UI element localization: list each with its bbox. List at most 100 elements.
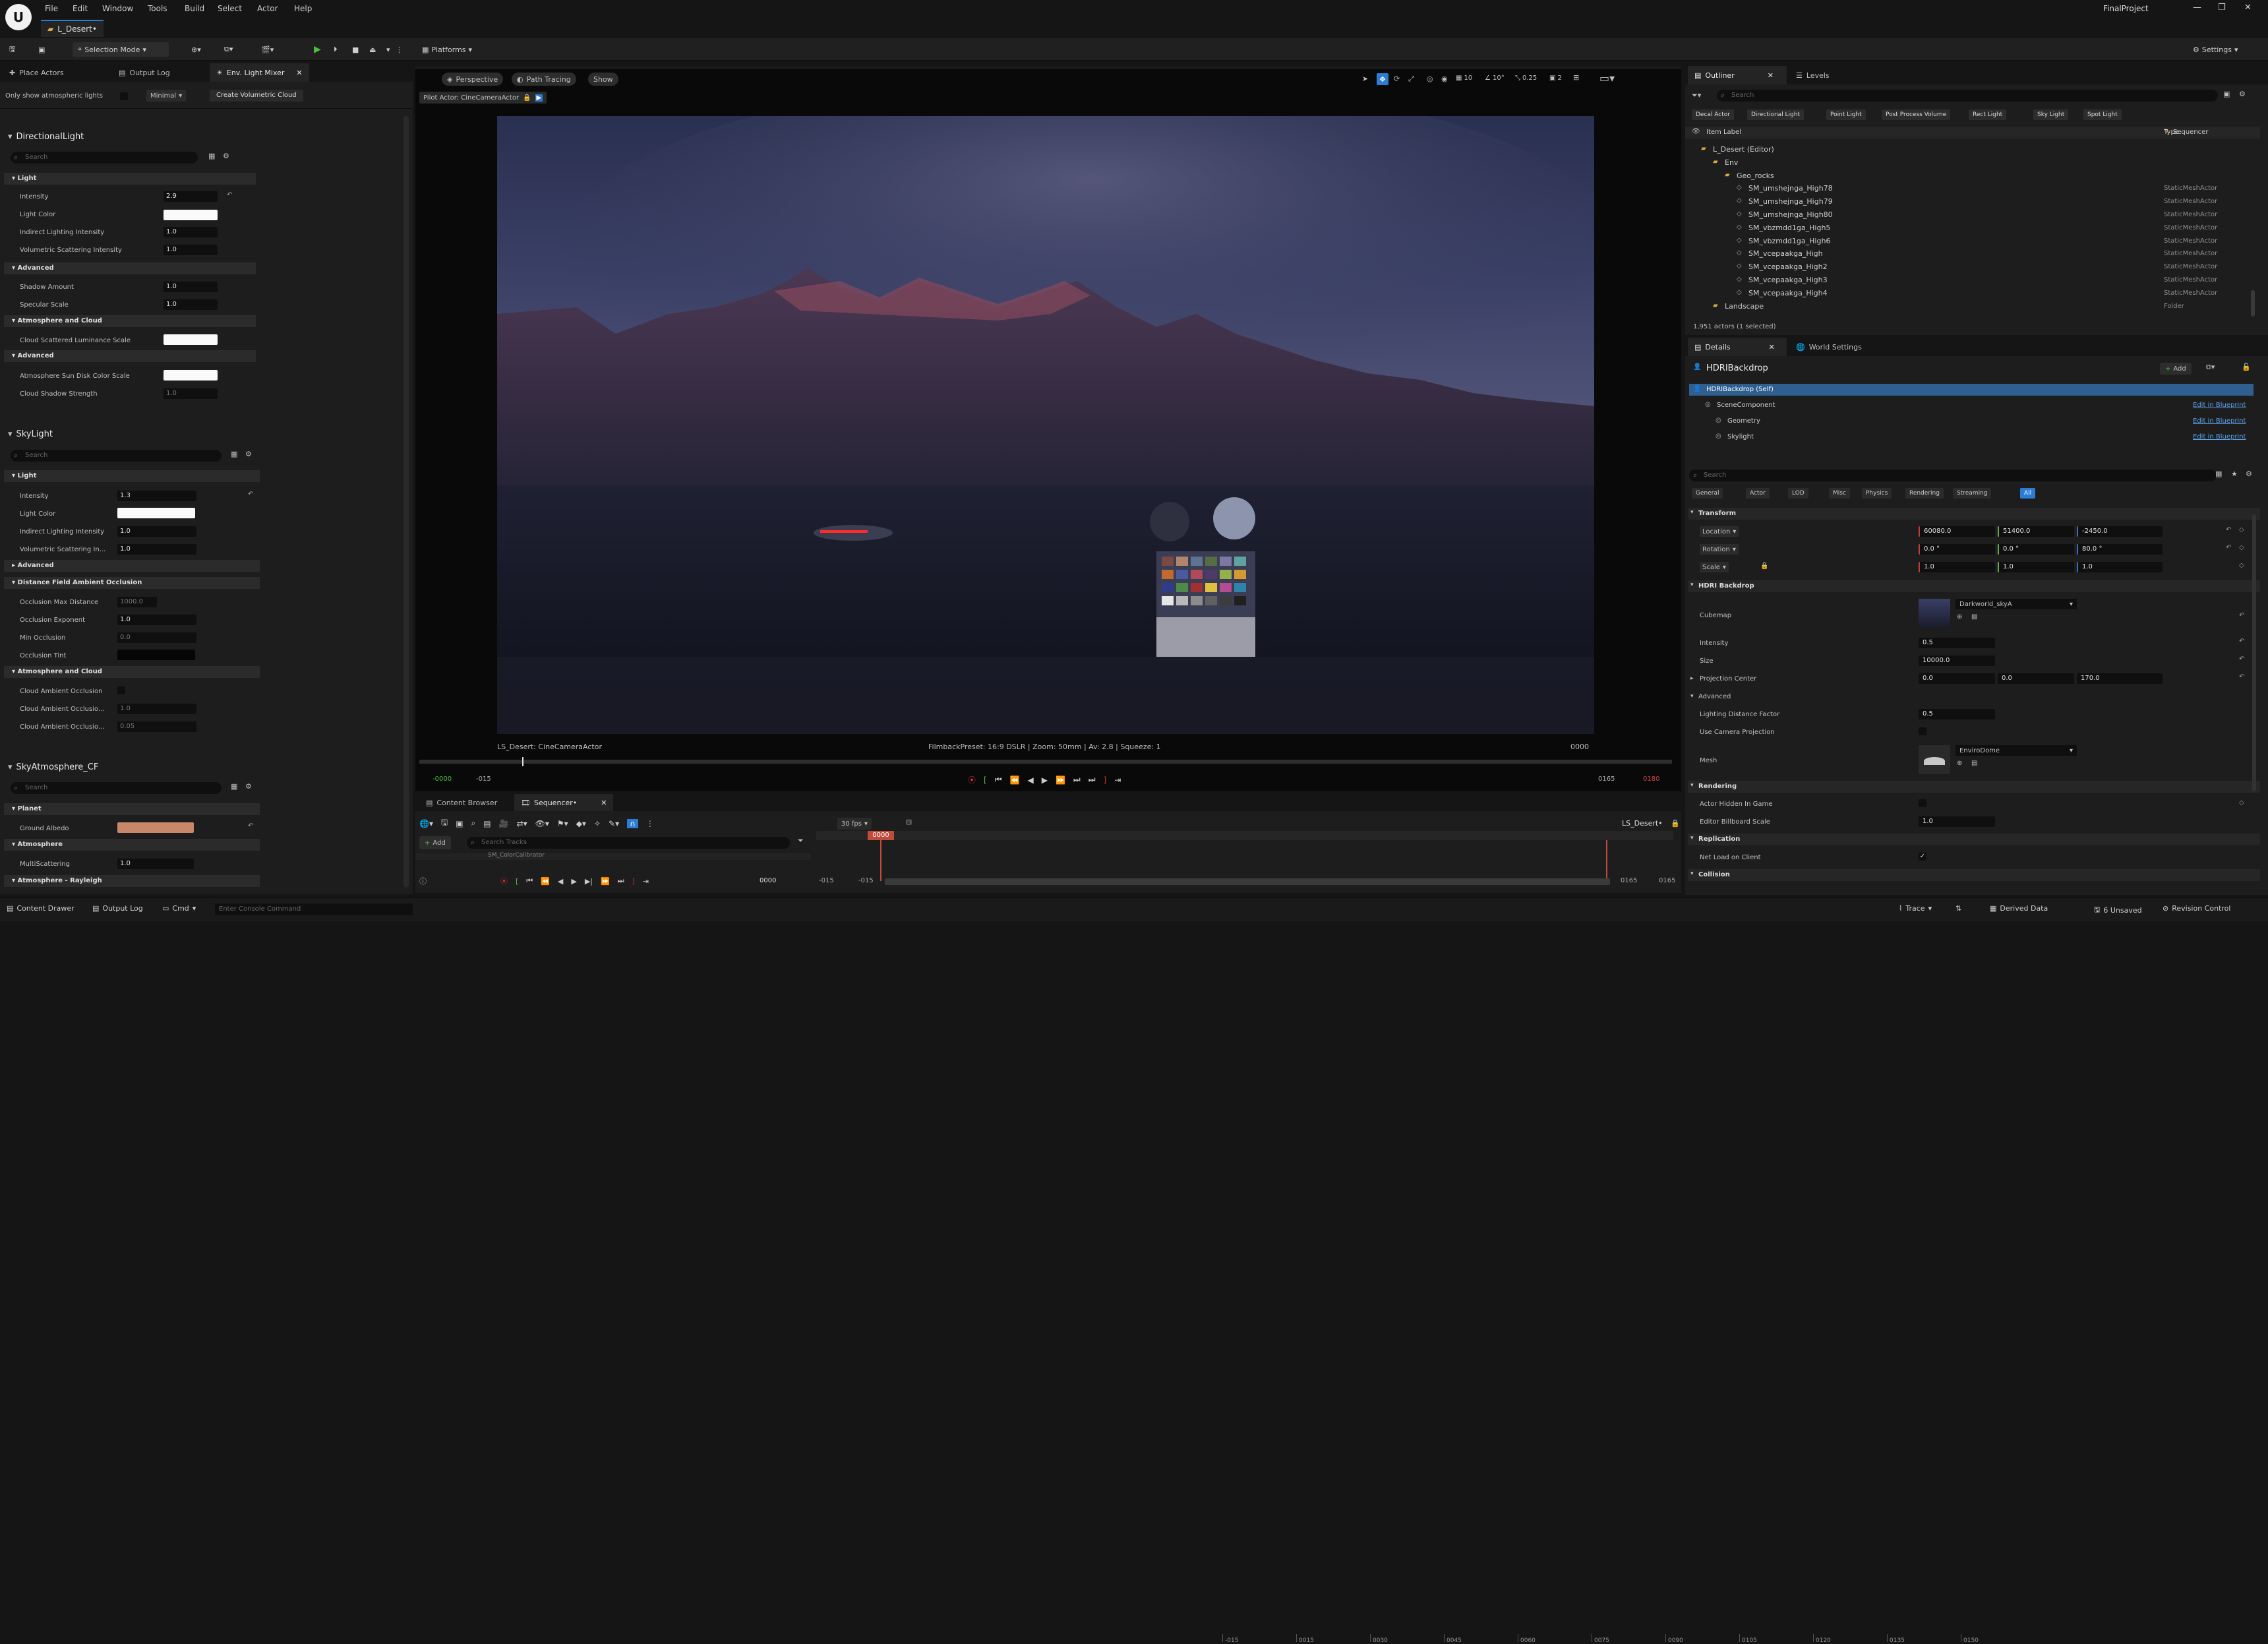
detail-filter-streaming[interactable]: Streaming (1953, 488, 1992, 499)
play-viewport-icon[interactable]: ▶ (1042, 776, 1048, 785)
edit-in-blueprint-link[interactable]: Edit in Blueprint (2193, 402, 2246, 409)
expand-icon[interactable]: ▾ (8, 132, 13, 142)
scale-x[interactable]: 1.0 (1919, 562, 1995, 572)
sequencer-ruler[interactable] (816, 831, 1673, 840)
occ-exp-field[interactable]: 1.0 (117, 615, 196, 625)
keyframe-icon[interactable]: ◇ (2239, 526, 2244, 533)
intensity-field[interactable]: 1.3 (117, 491, 196, 501)
net-load-checkbox[interactable]: ✓ (1919, 853, 1926, 861)
loop-icon[interactable]: ⇥ (1114, 776, 1121, 785)
tab-output-log[interactable]: ▤ Output Log (112, 63, 177, 82)
outliner-search-input[interactable]: Search (1717, 90, 2218, 102)
light-color-swatch[interactable] (164, 210, 218, 220)
cat-transform[interactable]: Transform (1688, 508, 2260, 520)
col-type[interactable]: Type (2164, 129, 2179, 136)
eye-icon[interactable]: 👁 (1692, 128, 1700, 135)
component-skylight[interactable]: Skylight (1727, 433, 1754, 441)
detail-filter-general[interactable]: General (1692, 488, 1723, 499)
cat-replication[interactable]: Replication (1688, 834, 2260, 845)
location-y[interactable]: 51400.0 (1998, 526, 2074, 537)
cat-planet[interactable]: ▾ Planet (4, 803, 260, 815)
maximize-viewport-icon[interactable]: ⊞ (1573, 73, 1579, 82)
component-self-row[interactable]: 👤 HDRIBackdrop (Self) (1689, 384, 2253, 396)
gear-icon[interactable]: ⚙ (245, 782, 252, 791)
to-end-icon[interactable]: ⏭ (1089, 775, 1096, 785)
eject-icon[interactable]: ⏏ (369, 42, 376, 57)
projection-z[interactable]: 170.0 (2077, 673, 2163, 684)
settings-button[interactable]: ⚙ Settings ▾ (2193, 42, 2238, 57)
keyframe-icon[interactable]: ◇ (2239, 562, 2244, 569)
unreal-logo-icon[interactable]: U (5, 4, 32, 30)
location-z[interactable]: -2450.0 (2077, 526, 2163, 537)
filter-chip-sky-light[interactable]: Sky Light (2033, 109, 2069, 120)
blueprint-icon[interactable]: ⧉▾ (224, 42, 233, 57)
menu-actor[interactable]: Actor (257, 4, 278, 13)
more-icon[interactable]: ⋮ (396, 42, 403, 57)
tab-world-settings[interactable]: 🌐 World Settings (1789, 338, 1868, 356)
prev-frame-icon[interactable]: ◀ (1027, 776, 1033, 785)
save-icon[interactable]: 🖫 (9, 42, 15, 57)
cat-collision[interactable]: Collision (1688, 869, 2260, 881)
projection-y[interactable]: 0.0 (1998, 673, 2074, 684)
cat-advanced-2[interactable]: ▾ Advanced (4, 350, 256, 362)
size-field[interactable]: 10000.0 (1919, 655, 1995, 666)
scale-icon[interactable]: ⤢ (1408, 75, 1414, 84)
translate-icon[interactable]: ✥ (1377, 73, 1388, 85)
min-occ-field[interactable]: 0.0 (117, 632, 196, 643)
expand-icon[interactable]: ▾ (8, 762, 13, 772)
detail-filter-physics[interactable]: Physics (1862, 488, 1892, 499)
skylight-search-input[interactable]: Search (11, 450, 222, 462)
browse-icon[interactable]: ▤ (1971, 613, 1977, 621)
menu-help[interactable]: Help (294, 4, 312, 13)
albedo-swatch[interactable] (117, 822, 194, 833)
gear-icon[interactable]: ⚙ (245, 450, 252, 458)
location-x[interactable]: 60080.0 (1919, 526, 1995, 537)
cat-dfao[interactable]: ▾ Distance Field Ambient Occlusion (4, 577, 260, 589)
cat-hdri-backdrop[interactable]: HDRI Backdrop (1688, 580, 2260, 592)
play-icon[interactable]: ▶ (314, 42, 321, 57)
tab-place-actors[interactable]: ✚ Place Actors (3, 63, 71, 82)
to-start-icon[interactable]: ⏮ (526, 876, 533, 886)
lighting-distance-field[interactable]: 0.5 (1919, 709, 1995, 719)
scale-z[interactable]: 1.0 (2077, 562, 2163, 572)
location-dropdown[interactable]: Location ▾ (1700, 526, 1739, 537)
outliner-row[interactable]: ▰ L_Desert (Editor) (1685, 144, 2252, 156)
prev-key-icon[interactable]: ⏪ (541, 877, 550, 886)
cat-atmosphere-cloud[interactable]: ▾ Atmosphere and Cloud (4, 666, 260, 678)
use-camera-checkbox[interactable] (1919, 727, 1926, 735)
rotation-x[interactable]: 0.0 ° (1919, 544, 1995, 555)
key-icon[interactable]: ◆▾ (576, 819, 586, 828)
expand-icon[interactable]: ▾ (8, 429, 13, 439)
cubemap-thumbnail[interactable] (1919, 599, 1950, 628)
minimize-icon[interactable]: — (2193, 3, 2201, 13)
save-filter-icon[interactable]: ▣ (2223, 90, 2230, 98)
lock-icon[interactable]: 🔒 (523, 94, 531, 102)
mesh-thumbnail[interactable] (1919, 745, 1950, 774)
fps-dropdown[interactable]: 30 fps ▾ (837, 818, 872, 830)
add-track-button[interactable]: + Add (419, 836, 451, 849)
save-icon[interactable]: 🖫 (441, 816, 448, 830)
reset-icon[interactable]: ↶ (2239, 655, 2244, 663)
create-volumetric-cloud-button[interactable]: Create Volumetric Cloud (210, 90, 303, 102)
edit-in-blueprint-link[interactable]: Edit in Blueprint (2193, 417, 2246, 425)
lock-icon[interactable]: 🔓 (2242, 363, 2251, 371)
menu-file[interactable]: File (45, 4, 58, 13)
gear-icon[interactable]: ⚙ (223, 152, 229, 160)
filter-chip-decal-actor[interactable]: Decal Actor (1692, 109, 1734, 120)
snap-icon[interactable]: ∩ (627, 818, 638, 828)
detail-filter-lod[interactable]: LOD (1788, 488, 1808, 499)
step-icon[interactable]: ⏵ (334, 42, 338, 57)
scale-snap[interactable]: ⤡ 0.25 (1515, 75, 1537, 82)
blueprint-icon[interactable]: ⧉▾ (2206, 363, 2215, 372)
sun-disk-swatch[interactable] (164, 370, 218, 381)
mesh-dropdown[interactable]: EnviroDome ▾ (1955, 745, 2077, 756)
viewport-timeline-bar[interactable] (419, 760, 1672, 764)
directional-search-input[interactable]: Search (11, 152, 198, 164)
to-end-icon[interactable]: ⏭ (618, 876, 624, 886)
find-icon[interactable]: ⌕ (471, 818, 476, 828)
expand-icon[interactable]: ▸ (1690, 675, 1694, 682)
reset-icon[interactable]: ↶ (2226, 526, 2231, 533)
use-selected-icon[interactable]: ⊕ (1957, 613, 1962, 621)
stop-icon[interactable]: ■ (352, 42, 359, 57)
detail-filter-rendering[interactable]: Rendering (1905, 488, 1944, 499)
